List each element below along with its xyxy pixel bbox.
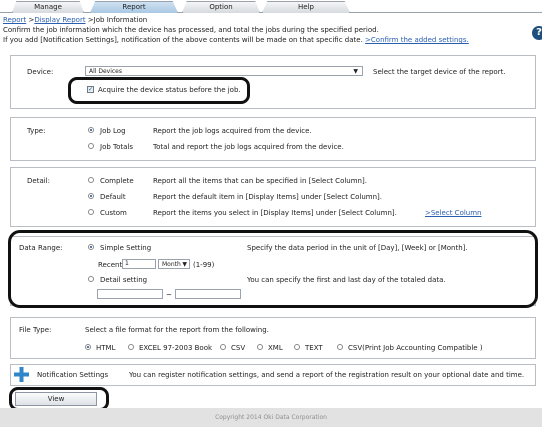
type-label: Type:: [27, 127, 46, 135]
detail-panel: Detail: Complete Report all the items th…: [10, 167, 536, 227]
breadcrumb-report[interactable]: Report: [3, 16, 26, 24]
confirm-added-settings-link[interactable]: >Confirm the added settings.: [365, 36, 469, 44]
type-job-totals-radio[interactable]: [88, 143, 94, 149]
file-type-panel: File Type: Select a file format for the …: [10, 317, 536, 359]
file-type-label: File Type:: [19, 326, 52, 334]
type-job-totals-label: Job Totals: [100, 143, 134, 151]
acquire-status-label: Acquire the device status before the job…: [98, 86, 241, 94]
view-button[interactable]: View: [15, 392, 97, 406]
unit-select-value: Month: [162, 261, 181, 268]
file-type-csv-pja-label: CSV(Print Job Accounting Compatible ): [348, 344, 483, 352]
detail-setting-desc: You can specify the first and last day o…: [247, 276, 446, 284]
data-range-label: Data Range:: [19, 244, 63, 252]
intro-line-2: If you add [Notification Settings], noti…: [3, 36, 469, 44]
detail-setting-radio[interactable]: [88, 276, 94, 282]
detail-complete-radio[interactable]: [88, 177, 94, 183]
file-type-html-label: HTML: [96, 344, 116, 352]
detail-label: Detail:: [27, 177, 50, 185]
file-type-xml-label: XML: [268, 344, 283, 352]
intro-line-2-text: If you add [Notification Settings], noti…: [3, 36, 363, 44]
breadcrumb-current: Job Information: [93, 16, 148, 24]
breadcrumb: Report >Display Report >Job Information: [3, 16, 147, 24]
plus-icon[interactable]: [14, 367, 29, 382]
file-type-csv-label: CSV: [231, 344, 246, 352]
notification-desc: You can register notification settings, …: [129, 371, 525, 379]
type-job-totals-desc: Total and report the job logs acquired f…: [153, 143, 344, 151]
detail-custom-label: Custom: [100, 209, 127, 217]
file-type-text-label: TEXT: [305, 344, 323, 352]
chevron-down-icon: ▼: [353, 68, 358, 75]
detail-default-label: Default: [100, 193, 126, 201]
detail-custom-desc: Report the items you select in [Display …: [153, 209, 397, 217]
start-date-input[interactable]: [97, 289, 163, 299]
file-type-text-radio[interactable]: [294, 344, 300, 350]
recent-range-hint: (1-99): [193, 261, 215, 269]
unit-select[interactable]: Month ▼: [158, 259, 190, 269]
file-type-excel-radio[interactable]: [128, 344, 134, 350]
device-panel: Device: All Devices ▼ Select the target …: [10, 55, 536, 109]
type-job-log-desc: Report the job logs acquired from the de…: [153, 127, 312, 135]
detail-custom-radio[interactable]: [88, 209, 94, 215]
date-range-tilde: ~: [166, 291, 172, 299]
help-icon[interactable]: ?: [532, 26, 542, 40]
notification-settings-label[interactable]: Notification Settings: [37, 371, 108, 379]
detail-setting-label: Detail setting: [100, 276, 148, 284]
type-job-log-radio[interactable]: [88, 127, 94, 133]
acquire-status-checkbox[interactable]: ✓: [87, 86, 94, 93]
simple-setting-radio[interactable]: [88, 244, 94, 250]
footer: Copyright 2014 Oki Data Corporation: [0, 408, 542, 427]
recent-label: Recent: [98, 261, 123, 269]
file-type-xml-radio[interactable]: [257, 344, 263, 350]
device-label: Device:: [27, 68, 54, 76]
intro-line-1: Confirm the job information which the de…: [3, 26, 379, 34]
device-hint: Select the target device of the report.: [373, 68, 506, 76]
data-range-panel: Data Range: Simple Setting Specify the d…: [10, 236, 536, 306]
select-column-link[interactable]: >Select Column: [425, 209, 482, 217]
detail-complete-label: Complete: [100, 177, 134, 185]
notification-panel: Notification Settings You can register n…: [10, 364, 536, 386]
detail-default-radio[interactable]: [88, 193, 94, 199]
device-select-value: All Devices: [89, 68, 122, 75]
file-type-excel-label: EXCEL 97-2003 Book: [139, 344, 213, 352]
simple-setting-label: Simple Setting: [100, 244, 152, 252]
tab-help[interactable]: Help: [262, 1, 350, 13]
detail-complete-desc: Report all the items that can be specifi…: [153, 177, 367, 185]
chevron-down-icon: ▼: [182, 261, 187, 268]
tab-manage[interactable]: Manage: [12, 1, 84, 13]
file-type-csv-pja-radio[interactable]: [337, 344, 343, 350]
simple-setting-desc: Specify the data period in the unit of […: [247, 244, 468, 252]
tab-bar: Manage Report Option Help: [0, 0, 542, 13]
type-job-log-label: Job Log: [100, 127, 126, 135]
tab-report[interactable]: Report: [90, 1, 178, 13]
type-panel: Type: Job Log Report the job logs acquir…: [10, 117, 536, 161]
copyright-text: Copyright 2014 Oki Data Corporation: [215, 414, 327, 421]
tab-option[interactable]: Option: [182, 1, 260, 13]
breadcrumb-display-report[interactable]: Display Report: [34, 16, 85, 24]
file-type-prompt: Select a file format for the report from…: [85, 326, 269, 334]
file-type-csv-radio[interactable]: [220, 344, 226, 350]
detail-default-desc: Report the default item in [Display Item…: [153, 193, 382, 201]
device-select[interactable]: All Devices ▼: [85, 66, 363, 76]
file-type-html-radio[interactable]: [85, 344, 91, 350]
recent-value-input[interactable]: 1: [122, 259, 156, 269]
end-date-input[interactable]: [175, 289, 241, 299]
